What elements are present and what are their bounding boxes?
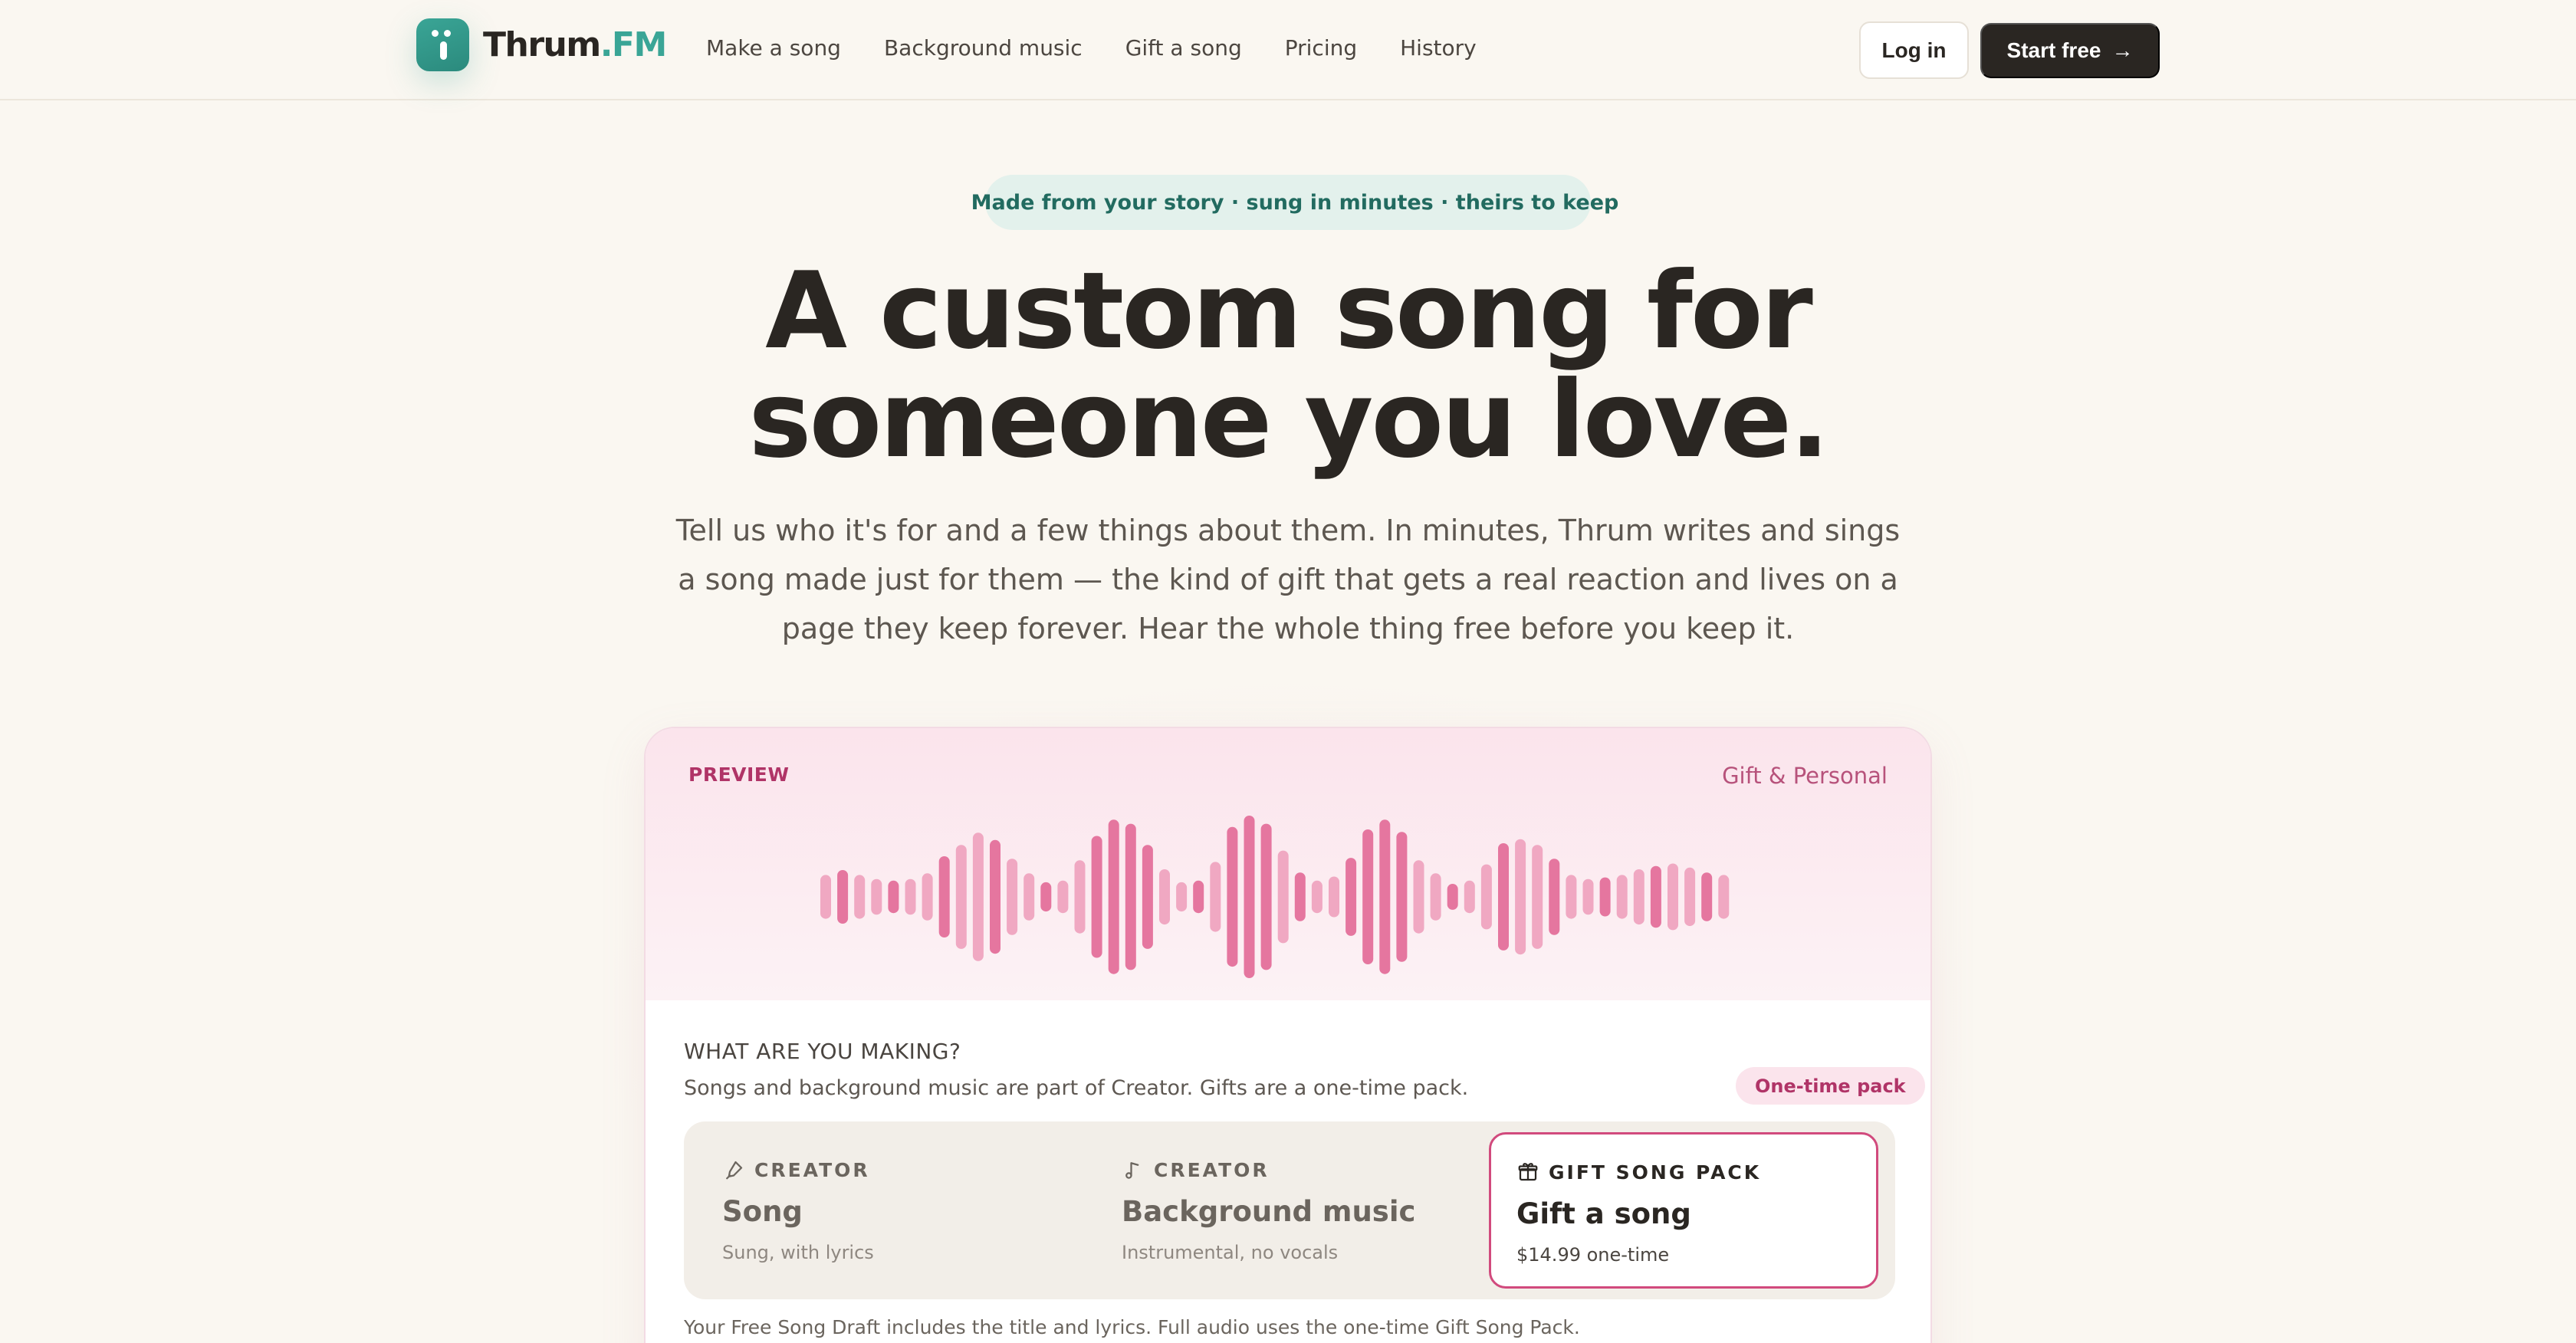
waveform-bar [1701, 872, 1713, 921]
nav-links: Make a song Background music Gift a song… [706, 35, 1520, 61]
category-label: Gift & Personal [1722, 763, 1888, 789]
hero-headline: A custom song for someone you love. [598, 257, 1978, 474]
nav-link-gift-a-song[interactable]: Gift a song [1125, 35, 1242, 61]
waveform-bar [1125, 823, 1136, 970]
waveform-bar [820, 875, 831, 919]
waveform-bar [1498, 843, 1509, 951]
top-nav: Thrum.FM Make a song Background music Gi… [0, 0, 2576, 100]
waveform-bar [1480, 864, 1492, 930]
waveform-bar [1413, 860, 1424, 934]
waveform-bar [1074, 860, 1086, 934]
start-free-button[interactable]: Start free → [1980, 23, 2160, 78]
waveform-bar [1362, 829, 1374, 964]
tagline-text: Made from your story · sung in minutes ·… [971, 190, 1619, 215]
nav-link-make-a-song[interactable]: Make a song [706, 35, 841, 61]
waveform-bar [1244, 816, 1255, 978]
tagline-pill: Made from your story · sung in minutes ·… [971, 175, 1618, 230]
waveform-bar [1260, 823, 1272, 970]
waveform-bar [1294, 872, 1306, 921]
logo-mark-icon [416, 18, 469, 71]
waveform-bar [1277, 850, 1289, 944]
arrow-right-icon: → [2111, 38, 2134, 62]
waveform-bar [1633, 869, 1644, 925]
waveform-bar [1346, 858, 1357, 936]
waveform-bar [1447, 884, 1458, 910]
waveform-bar [1311, 880, 1322, 914]
waveform-bar [1024, 873, 1035, 921]
waveform-bar [1650, 865, 1661, 928]
waveform-bar [837, 870, 849, 924]
microphone-icon [726, 1161, 743, 1180]
waveform-bar [1210, 862, 1221, 932]
waveform-bar [1379, 819, 1391, 974]
waveform-bar [905, 878, 916, 915]
waveform-bar [1566, 875, 1577, 919]
waveform-bar [1616, 875, 1628, 919]
waveform-bar [1718, 875, 1730, 919]
option-background-music[interactable]: CREATOR Background music Instrumental, n… [1122, 1121, 1490, 1299]
option-gift-a-song[interactable]: GIFT SONG PACK Gift a song $14.99 one-ti… [1489, 1132, 1878, 1289]
start-free-label: Start free [2006, 38, 2101, 62]
option-title: Background music [1122, 1195, 1416, 1228]
waveform-bar [1464, 880, 1475, 914]
waveform-bar [1142, 845, 1153, 949]
waveform-bar [1549, 859, 1560, 935]
headline-line-1: A custom song for [765, 249, 1813, 373]
waveform-bar [1329, 876, 1339, 918]
option-kicker: CREATOR [1122, 1158, 1270, 1181]
waveform-bar [1007, 859, 1018, 935]
waveform-bar [1599, 877, 1611, 917]
making-title: WHAT ARE YOU MAKING? [684, 1039, 961, 1064]
waveform-bar [1193, 880, 1204, 914]
waveform-bar [1091, 836, 1102, 958]
one-time-pack-badge: One-time pack [1736, 1067, 1925, 1105]
making-subtitle: Songs and background music are part of C… [684, 1076, 1469, 1100]
waveform-bar [990, 839, 1001, 954]
music-note-icon [1125, 1162, 1139, 1179]
waveform-bar [1668, 863, 1678, 931]
waveform-bar [1159, 869, 1170, 925]
waveform-bar [1057, 880, 1069, 914]
nav-link-history[interactable]: History [1400, 35, 1477, 61]
option-desc: Sung, with lyrics [722, 1242, 874, 1263]
waveform-bar [1396, 832, 1408, 962]
brand-name: Thrum.FM [483, 25, 667, 64]
product-options: CREATOR Song Sung, with lyrics CREATOR B… [684, 1121, 1895, 1299]
waveform-bar [1515, 839, 1526, 955]
gift-icon [1518, 1163, 1538, 1181]
audio-waveform [820, 816, 1730, 978]
option-title: Song [722, 1195, 803, 1228]
waveform-bar [1532, 845, 1543, 949]
waveform-bar [922, 873, 933, 921]
waveform-bar [972, 832, 984, 961]
option-song[interactable]: CREATOR Song Sung, with lyrics [722, 1121, 1090, 1299]
waveform-bar [871, 878, 882, 915]
nav-link-pricing[interactable]: Pricing [1285, 35, 1357, 61]
login-button[interactable]: Log in [1859, 21, 1969, 79]
hero-subtext: Tell us who it's for and a few things ab… [675, 514, 1901, 645]
option-title: Gift a song [1516, 1197, 1691, 1230]
waveform-bar [1227, 826, 1238, 967]
waveform-bar [888, 880, 899, 914]
waveform-bar [1108, 819, 1119, 974]
preview-panel: PREVIEW Gift & Personal [646, 728, 1930, 1000]
song-builder-card: PREVIEW Gift & Personal WHAT ARE YOU MAK… [644, 727, 1932, 1343]
waveform-bar [1430, 873, 1441, 921]
waveform-bar [1582, 878, 1594, 915]
waveform-bar [1040, 882, 1052, 912]
nav-link-background-music[interactable]: Background music [884, 35, 1083, 61]
option-kicker: GIFT SONG PACK [1516, 1161, 1761, 1184]
waveform-bar [955, 845, 967, 949]
waveform-bar [1684, 867, 1696, 927]
waveform-bar [854, 875, 866, 919]
headline-line-2: someone you love. [748, 358, 1829, 481]
brand-logo[interactable]: Thrum.FM [416, 18, 667, 71]
waveform-bar [1176, 882, 1188, 912]
waveform-bar [938, 856, 950, 937]
draft-footnote: Your Free Song Draft includes the title … [684, 1316, 1580, 1338]
option-desc: Instrumental, no vocals [1122, 1242, 1339, 1263]
option-kicker: CREATOR [722, 1158, 870, 1181]
option-desc: $14.99 one-time [1516, 1244, 1670, 1266]
preview-label: PREVIEW [688, 763, 790, 786]
